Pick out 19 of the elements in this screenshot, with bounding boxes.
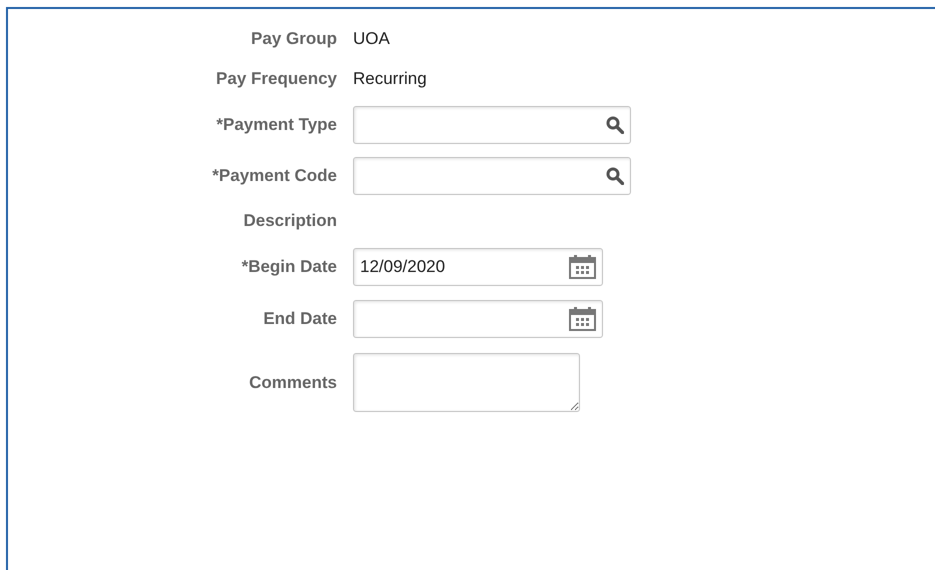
lookup-field[interactable] (353, 106, 631, 144)
date-field[interactable]: 12/09/2020 (353, 248, 603, 286)
comments-field[interactable] (353, 353, 580, 412)
field-value: UOA (353, 29, 390, 49)
search-icon[interactable] (606, 166, 624, 184)
field-label: Comments (249, 372, 337, 392)
field-label: Pay Frequency (216, 69, 337, 89)
lookup-field[interactable] (353, 156, 631, 194)
field-value: Recurring (353, 69, 427, 89)
field-label: *Payment Type (216, 114, 337, 134)
field-label: End Date (263, 309, 337, 329)
search-icon[interactable] (606, 116, 624, 134)
field-label: *Begin Date (242, 257, 337, 277)
calendar-icon[interactable] (569, 307, 596, 331)
field-label: *Payment Code (212, 166, 337, 186)
calendar-icon[interactable] (569, 255, 596, 279)
date-field[interactable] (353, 300, 603, 338)
field-label: Description (243, 211, 337, 231)
field-label: Pay Group (251, 29, 337, 49)
